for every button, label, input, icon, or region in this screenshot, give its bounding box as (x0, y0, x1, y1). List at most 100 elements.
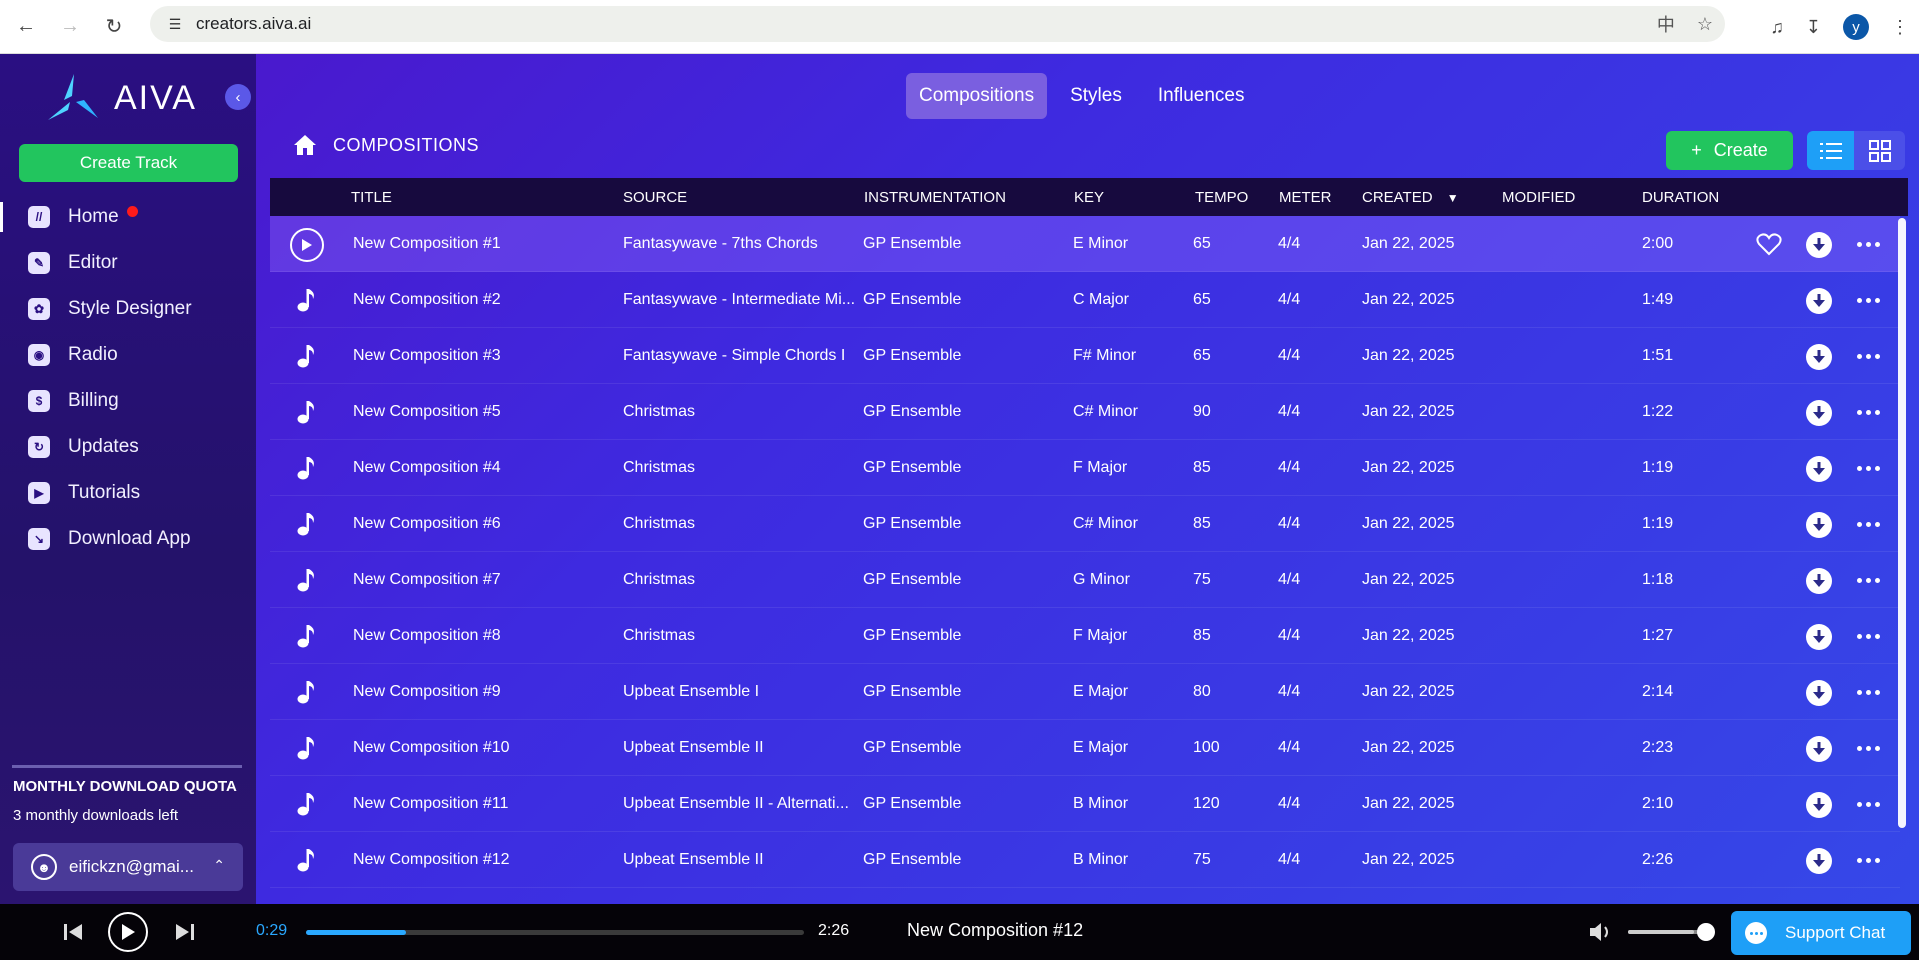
support-chat-button[interactable]: Support Chat (1731, 911, 1911, 955)
more-options-icon[interactable] (1854, 568, 1882, 592)
download-icon[interactable] (1806, 624, 1832, 650)
more-options-icon[interactable] (1854, 680, 1882, 704)
profile-avatar[interactable]: y (1843, 14, 1869, 40)
sidebar-item-home[interactable]: // Home (0, 194, 256, 240)
music-note-icon[interactable] (296, 455, 318, 481)
column-modified[interactable]: MODIFIED (1502, 189, 1575, 206)
column-meter[interactable]: METER (1279, 189, 1332, 206)
column-title[interactable]: TITLE (351, 189, 392, 206)
download-icon[interactable] (1806, 456, 1832, 482)
download-icon[interactable] (1806, 400, 1832, 426)
column-instrumentation[interactable]: INSTRUMENTATION (864, 189, 1006, 206)
table-row[interactable]: New Composition #2 Fantasywave - Intermed… (270, 272, 1900, 328)
next-track-icon[interactable] (174, 921, 196, 943)
previous-track-icon[interactable] (62, 921, 84, 943)
downloads-icon[interactable]: ↧ (1806, 17, 1821, 38)
tab-influences[interactable]: Influences (1145, 73, 1258, 119)
play-row-button[interactable] (290, 228, 324, 262)
cell-tempo: 65 (1193, 347, 1211, 364)
home-icon[interactable] (293, 133, 317, 157)
table-row[interactable]: New Composition #9 Upbeat Ensemble I GP En… (270, 664, 1900, 720)
download-icon[interactable] (1806, 288, 1832, 314)
table-row[interactable]: New Composition #5 Christmas GP Ensemble C#… (270, 384, 1900, 440)
sidebar-item-updates[interactable]: ↻ Updates (0, 424, 256, 470)
back-icon[interactable]: ← (8, 9, 44, 45)
url-text[interactable]: creators.aiva.ai (196, 14, 311, 34)
list-view-button[interactable] (1807, 131, 1854, 170)
music-note-icon[interactable] (296, 623, 318, 649)
volume-slider[interactable] (1628, 930, 1706, 934)
table-row[interactable]: New Composition #1 Fantasywave - 7ths Cho… (270, 216, 1900, 272)
tab-compositions[interactable]: Compositions (906, 73, 1048, 119)
account-menu-button[interactable]: ☻ eifickzn@gmai... ⌃ (13, 843, 243, 891)
table-row[interactable]: New Composition #7 Christmas GP Ensemble G … (270, 552, 1900, 608)
more-options-icon[interactable] (1854, 400, 1882, 424)
column-created[interactable]: CREATED ▼ (1362, 189, 1459, 206)
more-options-icon[interactable] (1854, 344, 1882, 368)
media-control-icon[interactable]: ♫ (1770, 17, 1784, 38)
music-note-icon[interactable] (296, 511, 318, 537)
table-scrollbar[interactable] (1898, 218, 1906, 828)
music-note-icon[interactable] (296, 287, 318, 313)
download-icon[interactable] (1806, 848, 1832, 874)
sidebar-item-radio[interactable]: ◉ Radio (0, 332, 256, 378)
more-options-icon[interactable] (1854, 848, 1882, 872)
more-options-icon[interactable] (1854, 456, 1882, 480)
more-options-icon[interactable] (1854, 232, 1882, 256)
music-note-icon[interactable] (296, 679, 318, 705)
create-button[interactable]: + Create (1666, 131, 1793, 170)
music-note-icon[interactable] (296, 847, 318, 873)
download-icon[interactable] (1806, 680, 1832, 706)
sidebar-item-style-designer[interactable]: ✿ Style Designer (0, 286, 256, 332)
forward-icon[interactable]: → (52, 9, 88, 45)
translate-icon[interactable]: 中 (1657, 11, 1675, 37)
column-key[interactable]: KEY (1074, 189, 1104, 206)
table-row[interactable]: New Composition #11 Upbeat Ensemble II - … (270, 776, 1900, 832)
download-icon[interactable] (1806, 232, 1832, 258)
create-track-button[interactable]: Create Track (19, 144, 238, 182)
download-icon[interactable] (1806, 512, 1832, 538)
table-row[interactable]: New Composition #3 Fantasywave - Simple C… (270, 328, 1900, 384)
download-icon[interactable] (1806, 792, 1832, 818)
heart-icon[interactable] (1756, 232, 1782, 256)
grid-view-button[interactable] (1854, 131, 1905, 170)
music-note-icon[interactable] (296, 343, 318, 369)
tab-styles[interactable]: Styles (1057, 73, 1135, 119)
cell-created: Jan 22, 2025 (1362, 291, 1455, 308)
more-options-icon[interactable] (1854, 624, 1882, 648)
more-options-icon[interactable] (1854, 736, 1882, 760)
more-options-icon[interactable] (1854, 288, 1882, 312)
table-row[interactable]: New Composition #10 Upbeat Ensemble II GP … (270, 720, 1900, 776)
column-tempo[interactable]: TEMPO (1195, 189, 1248, 206)
browser-menu-icon[interactable]: ⋮ (1891, 17, 1909, 38)
site-settings-icon[interactable]: ☰ (164, 13, 186, 35)
volume-handle[interactable] (1697, 923, 1715, 941)
aiva-logo[interactable]: AIVA (44, 72, 197, 124)
collapse-sidebar-button[interactable]: ‹ (225, 84, 251, 110)
music-note-icon[interactable] (296, 791, 318, 817)
sidebar-item-editor[interactable]: ✎ Editor (0, 240, 256, 286)
table-row[interactable]: New Composition #12 Upbeat Ensemble II GP … (270, 832, 1900, 888)
download-icon[interactable] (1806, 568, 1832, 594)
address-bar[interactable]: ☰ creators.aiva.ai 中 ☆ (150, 6, 1725, 42)
table-row[interactable]: New Composition #4 Christmas GP Ensemble F … (270, 440, 1900, 496)
music-note-icon[interactable] (296, 735, 318, 761)
progress-bar[interactable] (306, 930, 804, 935)
download-icon[interactable] (1806, 344, 1832, 370)
more-options-icon[interactable] (1854, 512, 1882, 536)
bookmark-star-icon[interactable]: ☆ (1697, 14, 1713, 35)
more-options-icon[interactable] (1854, 792, 1882, 816)
sidebar-item-tutorials[interactable]: ▶ Tutorials (0, 470, 256, 516)
column-source[interactable]: SOURCE (623, 189, 687, 206)
sidebar-item-download-app[interactable]: ↘ Download App (0, 516, 256, 562)
play-pause-button[interactable] (108, 912, 148, 952)
volume-icon[interactable] (1588, 921, 1614, 943)
download-icon[interactable] (1806, 736, 1832, 762)
column-duration[interactable]: DURATION (1642, 189, 1719, 206)
table-row[interactable]: New Composition #6 Christmas GP Ensemble C#… (270, 496, 1900, 552)
music-note-icon[interactable] (296, 567, 318, 593)
sidebar-item-billing[interactable]: $ Billing (0, 378, 256, 424)
music-note-icon[interactable] (296, 399, 318, 425)
table-row[interactable]: New Composition #8 Christmas GP Ensemble F … (270, 608, 1900, 664)
reload-icon[interactable]: ↻ (96, 9, 132, 45)
